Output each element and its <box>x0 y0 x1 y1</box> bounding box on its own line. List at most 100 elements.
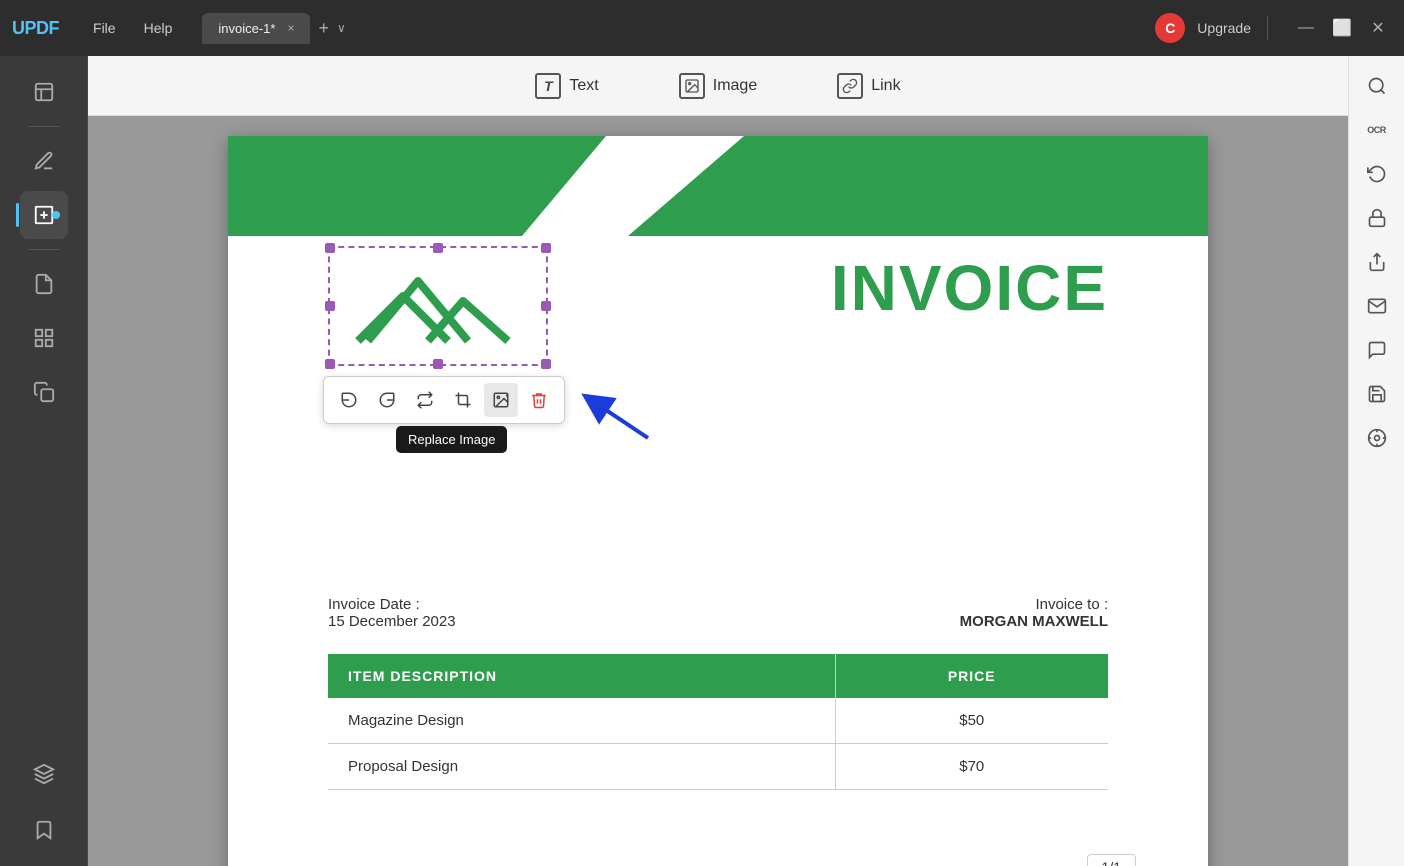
page-number: 1/1 <box>1087 854 1136 866</box>
right-ocr-btn[interactable]: OCR <box>1359 112 1395 148</box>
sidebar-item-bookmark[interactable] <box>20 68 68 116</box>
table-cell-item: Magazine Design <box>328 698 835 744</box>
invoice-table-wrapper: ITEM DESCRIPTION PRICE Magazine Design $… <box>228 654 1208 790</box>
edit-toolbar: T Text Image Link <box>88 56 1348 116</box>
menu-file[interactable]: File <box>79 14 130 42</box>
right-search-btn[interactable] <box>1359 68 1395 104</box>
avatar: C <box>1155 13 1185 43</box>
table-cell-item: Proposal Design <box>328 744 835 790</box>
handle-mr[interactable] <box>541 301 551 311</box>
header-green-right <box>628 136 1208 236</box>
table-header-price: PRICE <box>835 654 1108 698</box>
sidebar-item-page[interactable] <box>20 260 68 308</box>
minimize-button[interactable]: — <box>1296 19 1316 37</box>
pdf-canvas[interactable]: INVOICE <box>88 116 1348 866</box>
maximize-button[interactable]: ⬜ <box>1332 18 1352 38</box>
logo-d: D <box>36 18 49 39</box>
image-toolbar <box>323 376 565 424</box>
link-tool-label: Link <box>871 77 900 95</box>
replace-image-tooltip: Replace Image <box>396 426 507 453</box>
img-delete-btn[interactable] <box>522 383 556 417</box>
logo-f: F <box>49 18 60 39</box>
main-area: T Text Image Link <box>0 56 1404 866</box>
app-logo: UPDF <box>12 18 59 39</box>
header-green-left <box>228 136 648 236</box>
right-palette-btn[interactable] <box>1359 420 1395 456</box>
blue-arrow <box>558 388 658 448</box>
tab-area: invoice-1* × + ∨ <box>202 13 1155 44</box>
invoice-to-section: Invoice to : MORGAN MAXWELL <box>960 596 1108 630</box>
text-tool-icon: T <box>535 73 561 99</box>
ocr-label: OCR <box>1367 125 1386 135</box>
sidebar-item-edit[interactable] <box>20 191 68 239</box>
handle-tr[interactable] <box>541 243 551 253</box>
tab-dropdown-btn[interactable]: ∨ <box>337 21 346 35</box>
invoice-to-label: Invoice to : <box>960 596 1108 613</box>
separator <box>1267 16 1268 40</box>
right-save-btn[interactable] <box>1359 376 1395 412</box>
tab-invoice[interactable]: invoice-1* × <box>202 13 310 44</box>
sidebar-divider-2 <box>28 249 60 250</box>
upgrade-button[interactable]: Upgrade <box>1197 20 1251 36</box>
handle-bl[interactable] <box>325 359 335 369</box>
invoice-title: INVOICE <box>831 251 1108 325</box>
text-tool-label: Text <box>569 77 598 95</box>
link-tool-icon <box>837 73 863 99</box>
img-rotate-right-btn[interactable] <box>370 383 404 417</box>
handle-tc[interactable] <box>433 243 443 253</box>
handle-tl[interactable] <box>325 243 335 253</box>
img-flip-btn[interactable] <box>408 383 442 417</box>
title-bar: UPDF File Help invoice-1* × + ∨ C Upgrad… <box>0 0 1404 56</box>
menu-help[interactable]: Help <box>130 14 187 42</box>
right-protect-btn[interactable] <box>1359 200 1395 236</box>
sidebar-item-pen[interactable] <box>20 137 68 185</box>
mountain-logo-image <box>348 261 528 351</box>
table-cell-price: $70 <box>835 744 1108 790</box>
invoice-meta: Invoice Date : 15 December 2023 Invoice … <box>228 596 1208 630</box>
tab-close-btn[interactable]: × <box>287 21 294 35</box>
toolbar-text-btn[interactable]: T Text <box>519 65 614 107</box>
handle-br[interactable] <box>541 359 551 369</box>
table-row: Proposal Design $70 <box>328 744 1108 790</box>
sidebar-item-copy[interactable] <box>20 368 68 416</box>
right-sidebar: OCR <box>1348 56 1404 866</box>
window-controls: — ⬜ ✕ <box>1296 18 1388 38</box>
pdf-page: INVOICE <box>228 136 1208 866</box>
right-mail-btn[interactable] <box>1359 288 1395 324</box>
right-share-btn[interactable] <box>1359 244 1395 280</box>
handle-bc[interactable] <box>433 359 443 369</box>
logo-selection-box[interactable] <box>328 246 548 366</box>
invoice-date-section: Invoice Date : 15 December 2023 <box>328 596 456 630</box>
tab-label: invoice-1* <box>218 21 275 36</box>
title-bar-left: UPDF File Help <box>0 14 186 42</box>
toolbar-image-btn[interactable]: Image <box>663 65 773 107</box>
invoice-table: ITEM DESCRIPTION PRICE Magazine Design $… <box>328 654 1108 790</box>
table-header-row: ITEM DESCRIPTION PRICE <box>328 654 1108 698</box>
handle-ml[interactable] <box>325 301 335 311</box>
tab-add-btn[interactable]: + <box>318 18 329 39</box>
toolbar-link-btn[interactable]: Link <box>821 65 916 107</box>
sidebar-item-layers[interactable] <box>20 750 68 798</box>
img-rotate-left-btn[interactable] <box>332 383 366 417</box>
image-tool-label: Image <box>713 77 757 95</box>
sidebar-item-bookmark2[interactable] <box>20 806 68 854</box>
sidebar-divider-1 <box>28 126 60 127</box>
sidebar-bottom <box>20 750 68 854</box>
table-header-item: ITEM DESCRIPTION <box>328 654 835 698</box>
content-area: T Text Image Link <box>88 56 1348 866</box>
close-button[interactable]: ✕ <box>1368 18 1388 38</box>
invoice-header <box>228 136 1208 236</box>
active-indicator <box>52 211 60 219</box>
right-comment-btn[interactable] <box>1359 332 1395 368</box>
invoice-meta-row: Invoice Date : 15 December 2023 Invoice … <box>328 596 1108 630</box>
image-tool-icon <box>679 73 705 99</box>
right-rotate-btn[interactable] <box>1359 156 1395 192</box>
logo-p: P <box>25 18 37 39</box>
table-cell-price: $50 <box>835 698 1108 744</box>
img-crop-btn[interactable] <box>446 383 480 417</box>
invoice-to-value: MORGAN MAXWELL <box>960 613 1108 630</box>
left-sidebar <box>0 56 88 866</box>
sidebar-item-layout[interactable] <box>20 314 68 362</box>
img-replace-btn[interactable] <box>484 383 518 417</box>
invoice-date-value: 15 December 2023 <box>328 613 456 630</box>
